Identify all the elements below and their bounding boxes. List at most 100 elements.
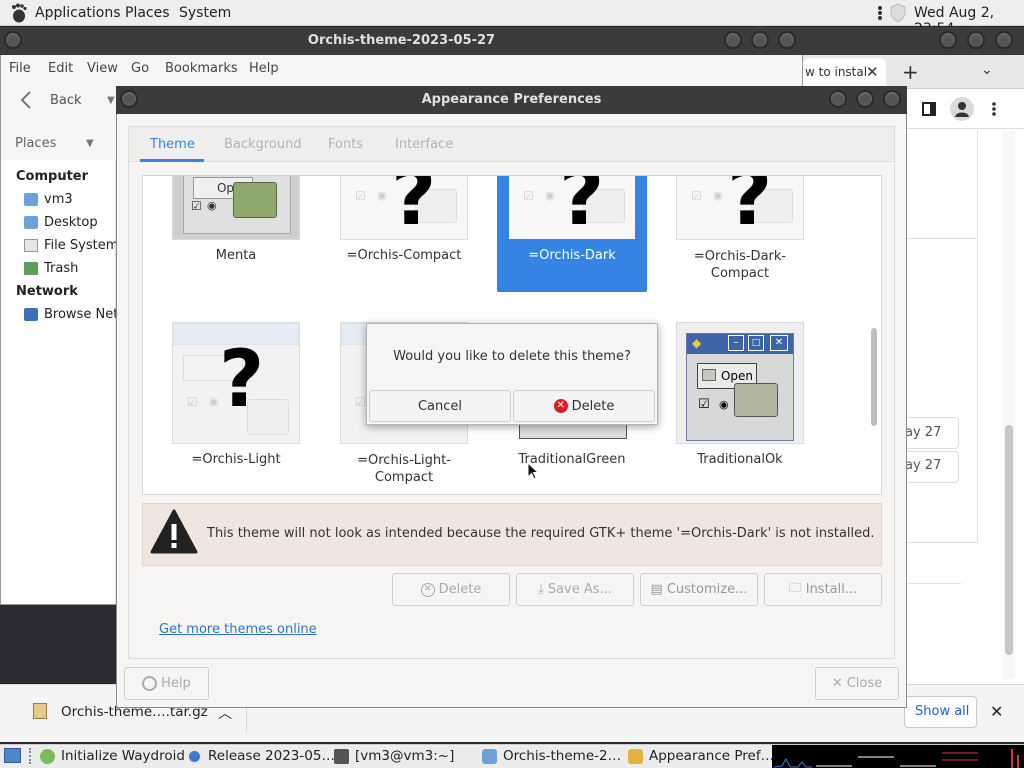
taskbar-handle (29, 748, 33, 764)
theme-name: Menta (215, 248, 257, 263)
delete-label: Delete (571, 398, 615, 414)
fm-menu-view[interactable]: View (87, 61, 118, 76)
back-arrow-icon[interactable] (18, 90, 34, 110)
browser-tab-label: w to instal (805, 65, 868, 79)
theme-orchis-light[interactable]: ☑ ◉ ? =Orchis-Light (172, 322, 300, 467)
preview-checkbox-icon: ☑ (191, 199, 202, 213)
close-icon[interactable]: ✕ (990, 702, 1003, 721)
gnome-foot-icon[interactable] (10, 3, 28, 23)
save-as-button[interactable]: ⤓ Save As... (516, 573, 634, 606)
back-button-label[interactable]: Back (50, 93, 82, 108)
theme-traditional-ok[interactable]: ◆ – □ ✕ Open ☑ ◉ TraditionalOk (676, 322, 804, 467)
fm-menu-help[interactable]: Help (249, 61, 279, 76)
missing-theme-icon: ? (219, 335, 265, 425)
task-label: Appearance Pref… (649, 748, 775, 764)
more-themes-link[interactable]: Get more themes online (159, 622, 317, 637)
fm-menu-go[interactable]: Go (131, 61, 149, 76)
appearance-maximize-button[interactable] (856, 90, 874, 108)
sidebar-item-desktop[interactable]: Desktop (24, 215, 98, 230)
archive-icon (33, 703, 47, 719)
help-button[interactable]: Help (124, 667, 209, 700)
customize-button[interactable]: ▤ Customize... (640, 573, 758, 606)
chevron-down-icon[interactable]: ⌄ (981, 62, 993, 78)
preview-app-icon: ◆ (692, 336, 702, 350)
chrome-icon (187, 748, 202, 764)
missing-theme-icon: ? (559, 175, 605, 240)
task-initialize-waydroid[interactable]: Initialize Waydroid (40, 748, 185, 764)
grid-scrollbar-thumb[interactable] (871, 328, 877, 426)
task-label: [vm3@vm3:~] (355, 748, 455, 764)
places-dropdown-label[interactable]: Places (15, 136, 56, 151)
sidebar-toggle-icon[interactable] (922, 102, 936, 116)
panel-menu-dots-icon[interactable] (877, 5, 883, 21)
theme-preview: ☑ ◉ ? (340, 176, 468, 240)
profile-icon[interactable] (950, 97, 974, 121)
delete-theme-label: Delete (438, 582, 482, 597)
browser-minimize-button[interactable] (939, 31, 957, 49)
fm-menu-file[interactable]: File (9, 61, 31, 76)
tab-theme[interactable]: Theme (150, 137, 195, 152)
preview-radio-icon: ◉ (713, 189, 723, 202)
help-icon (142, 676, 158, 691)
appearance-title: Appearance Preferences (421, 92, 602, 107)
menu-places[interactable]: Places (125, 5, 170, 21)
delete-icon: ✕ (553, 399, 568, 413)
theme-orchis-dark-compact[interactable]: ☑ ◉ ? =Orchis-Dark-Compact (676, 175, 804, 282)
preview-radio-icon: ◉ (209, 395, 219, 408)
tab-close-icon[interactable]: ✕ (866, 63, 879, 81)
new-tab-icon[interactable]: + (902, 60, 919, 84)
browser-maximize-button[interactable] (967, 31, 985, 49)
dialog-question: Would you like to delete this theme? (393, 349, 631, 364)
browser-close-button[interactable] (995, 31, 1013, 49)
preview-minimize-icon: – (728, 335, 744, 351)
system-monitor-graph[interactable] (772, 745, 1024, 768)
home-folder-icon (24, 193, 38, 206)
appearance-minimize-button[interactable] (829, 90, 847, 108)
fm-menu-edit[interactable]: Edit (48, 61, 73, 76)
show-all-label: Show all (915, 704, 970, 719)
missing-theme-icon: ? (727, 175, 773, 240)
close-button[interactable]: ✕ Close (815, 667, 899, 700)
sidebar-item-vm3[interactable]: vm3 (24, 192, 73, 207)
preview-checkbox-icon: ☑ (523, 189, 534, 203)
theme-orchis-dark[interactable]: ☑ ◉ ? =Orchis-Dark (508, 175, 636, 263)
menu-applications[interactable]: Applications (35, 5, 121, 21)
folder-icon (734, 383, 778, 417)
places-dropdown-icon[interactable]: ▼ (86, 138, 94, 149)
sidebar-item-trash[interactable]: Trash (24, 261, 78, 276)
menu-system[interactable]: System (179, 5, 231, 21)
sidebar-item-label: vm3 (44, 192, 73, 207)
task-terminal[interactable]: [vm3@vm3:~] (334, 748, 454, 764)
fm-minimize-button[interactable] (724, 31, 742, 49)
theme-name: =Orchis-Dark (528, 248, 616, 263)
theme-menta[interactable]: Open ☑ ◉ Menta (172, 176, 300, 280)
tab-fonts[interactable]: Fonts (328, 137, 363, 152)
task-appearance-preferences[interactable]: Appearance Pref… (628, 748, 774, 764)
appearance-close-button[interactable] (883, 90, 901, 108)
show-desktop-icon[interactable] (4, 748, 21, 763)
theme-orchis-compact[interactable]: ☑ ◉ ? =Orchis-Compact (340, 176, 468, 263)
back-dropdown-icon[interactable]: ▼ (107, 95, 115, 106)
folder-icon (233, 182, 277, 218)
network-icon (24, 308, 38, 321)
dialog-cancel-button[interactable]: Cancel (369, 390, 511, 422)
waydroid-icon (40, 748, 55, 764)
install-button[interactable]: 🗀 Install... (764, 573, 882, 606)
delete-theme-button[interactable]: ✕ Delete (392, 573, 510, 606)
desktop-folder-icon (24, 216, 38, 229)
sidebar-item-browse-network[interactable]: Browse Netw (24, 307, 129, 322)
browser-menu-icon[interactable] (991, 101, 997, 117)
shield-icon[interactable] (889, 3, 907, 23)
task-file-manager[interactable]: Orchis-theme-2… (482, 748, 621, 764)
tab-background[interactable]: Background (224, 137, 302, 152)
tab-interface[interactable]: Interface (395, 137, 453, 152)
preview-checkbox-icon: ☑ (698, 397, 710, 412)
folder-open-icon: 🗀 (788, 580, 802, 596)
sidebar-item-file-system[interactable]: File System (24, 238, 118, 253)
task-browser[interactable]: Release 2023-05… (187, 748, 335, 764)
fm-maximize-button[interactable] (751, 31, 769, 49)
fm-menu-bookmarks[interactable]: Bookmarks (165, 61, 238, 76)
page-scrollbar-thumb[interactable] (1005, 425, 1013, 655)
dialog-delete-button[interactable]: ✕ Delete (513, 390, 655, 422)
fm-close-button[interactable] (778, 31, 796, 49)
